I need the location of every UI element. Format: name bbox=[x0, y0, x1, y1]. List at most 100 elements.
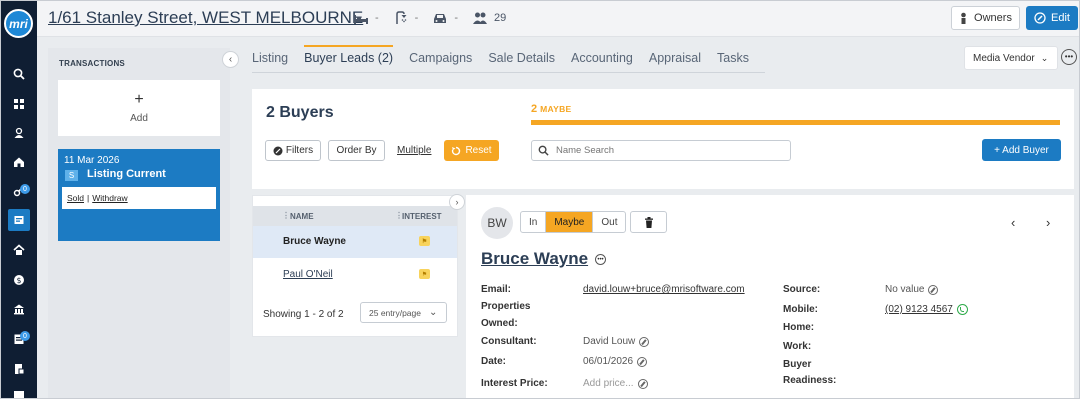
edit-icon[interactable] bbox=[637, 378, 648, 389]
tab-accounting[interactable]: Accounting bbox=[571, 45, 633, 72]
flag-icon: ⚑ bbox=[419, 236, 430, 246]
property-address[interactable]: 1/61 Stanley Street, WEST MELBOURNE bbox=[48, 8, 363, 28]
maybe-label: MAYBE bbox=[540, 104, 572, 114]
name-search-input[interactable] bbox=[556, 145, 756, 156]
col-name[interactable]: NAME bbox=[290, 212, 314, 221]
owners-button[interactable]: Owners bbox=[951, 6, 1020, 30]
tab-tasks[interactable]: Tasks bbox=[717, 45, 749, 72]
chevron-left-icon: ‹ bbox=[228, 54, 233, 65]
contacts-icon[interactable] bbox=[1, 122, 37, 144]
buyer-list: ⋮ NAME ⋮ INTEREST Bruce Wayne ⚑ Paul O'N… bbox=[252, 195, 458, 337]
per-page-value: 25 entry/page bbox=[369, 307, 421, 318]
search-icon[interactable] bbox=[1, 63, 37, 85]
consultant-label: Consultant: bbox=[481, 336, 537, 347]
money-icon[interactable]: $ bbox=[1, 269, 37, 291]
more-options-icon[interactable]: ••• bbox=[595, 254, 606, 265]
transactions-title: TRANSACTIONS bbox=[59, 59, 125, 68]
avatar: BW bbox=[481, 207, 513, 239]
tab-appraisal[interactable]: Appraisal bbox=[649, 45, 701, 72]
chevron-right-icon[interactable]: › bbox=[1046, 215, 1050, 230]
transaction-card[interactable]: 11 Mar 2026 S Listing Current Sold | Wit… bbox=[58, 149, 220, 241]
home-label: Home: bbox=[783, 322, 815, 333]
mobile-number[interactable]: (02) 9123 4567 bbox=[885, 304, 953, 315]
add-buyer-button[interactable]: + Add Buyer bbox=[982, 139, 1061, 161]
app-window: mri 0 $ 0 1/61 Stanley Street, WEST MELB… bbox=[0, 0, 1080, 399]
tasks-badge: 0 bbox=[20, 331, 30, 341]
tab-campaigns[interactable]: Campaigns bbox=[409, 45, 472, 72]
edit-icon[interactable] bbox=[639, 336, 650, 347]
mri-logo[interactable]: mri bbox=[4, 9, 33, 38]
date-value[interactable]: 06/01/2026 bbox=[583, 356, 648, 367]
maybe-progress-bar bbox=[531, 120, 1060, 125]
vendor-select[interactable]: Media Vendor ⌄ bbox=[964, 46, 1058, 70]
buyer-name: Bruce Wayne bbox=[283, 236, 346, 247]
dashboard-icon[interactable] bbox=[1, 93, 37, 115]
property-icon[interactable] bbox=[1, 239, 37, 261]
home-icon[interactable] bbox=[1, 151, 37, 173]
building-icon[interactable] bbox=[1, 298, 37, 320]
edit-icon[interactable] bbox=[928, 284, 939, 295]
readiness-label-line2: Readiness: bbox=[783, 375, 837, 386]
maybe-summary: 2 MAYBE bbox=[531, 103, 572, 115]
list-header: ⋮ NAME ⋮ INTEREST bbox=[253, 206, 457, 226]
buyer-name-title[interactable]: Bruce Wayne bbox=[481, 249, 588, 269]
contacts-count: 29 bbox=[494, 12, 507, 24]
mobile-value[interactable]: (02) 9123 4567 bbox=[885, 304, 968, 315]
owners-label: Owners bbox=[974, 12, 1012, 24]
reset-button[interactable]: Reset bbox=[444, 140, 499, 161]
transaction-status: Listing Current bbox=[87, 168, 166, 180]
consultant-value[interactable]: David Louw bbox=[583, 336, 650, 347]
reports-icon[interactable] bbox=[1, 385, 37, 398]
reset-icon bbox=[452, 146, 461, 155]
sort-icon[interactable]: ⋮ bbox=[282, 211, 290, 220]
trash-icon bbox=[644, 216, 653, 228]
edit-icon[interactable] bbox=[637, 356, 648, 367]
keys-icon[interactable] bbox=[1, 180, 37, 202]
source-value[interactable]: No value bbox=[885, 284, 939, 295]
filters-label: Filters bbox=[285, 145, 314, 156]
add-transaction-button[interactable]: + Add bbox=[58, 80, 220, 136]
col-interest[interactable]: INTEREST bbox=[402, 212, 442, 221]
delete-button[interactable] bbox=[630, 211, 667, 233]
name-search-field[interactable] bbox=[531, 140, 791, 161]
source-label: Source: bbox=[783, 284, 821, 295]
documents-icon[interactable] bbox=[1, 358, 37, 380]
listings-icon[interactable] bbox=[1, 209, 37, 231]
more-options-icon[interactable]: ••• bbox=[1061, 49, 1077, 65]
link-separator: | bbox=[87, 193, 90, 203]
buyer-name[interactable]: Paul O'Neil bbox=[283, 269, 333, 280]
interest-in-button[interactable]: In bbox=[521, 212, 547, 232]
list-item[interactable]: Paul O'Neil ⚑ bbox=[253, 259, 457, 291]
order-by-button[interactable]: Order By bbox=[328, 140, 385, 161]
car-icon bbox=[434, 14, 447, 23]
multiple-link[interactable]: Multiple bbox=[397, 145, 431, 156]
interest-maybe-button[interactable]: Maybe bbox=[546, 212, 594, 232]
expand-list-button[interactable]: › bbox=[449, 194, 465, 210]
chevron-down-icon: ⌄ bbox=[428, 307, 438, 318]
transaction-date: 11 Mar 2026 bbox=[64, 155, 120, 166]
tab-buyer-leads[interactable]: Buyer Leads (2) bbox=[304, 45, 394, 72]
plus-icon: + bbox=[134, 90, 144, 108]
withdraw-link[interactable]: Withdraw bbox=[92, 193, 127, 203]
chevron-left-icon[interactable]: ‹ bbox=[1011, 215, 1015, 230]
list-item[interactable]: Bruce Wayne ⚑ bbox=[253, 226, 457, 258]
tab-listing[interactable]: Listing bbox=[252, 45, 288, 72]
per-page-select[interactable]: 25 entry/page ⌄ bbox=[360, 302, 447, 323]
maybe-count: 2 bbox=[531, 103, 538, 115]
sold-link[interactable]: Sold bbox=[67, 193, 84, 203]
phone-icon[interactable] bbox=[956, 304, 968, 315]
source-text: No value bbox=[885, 284, 925, 295]
collapse-sidebar-button[interactable]: ‹ bbox=[222, 51, 239, 68]
tab-sale-details[interactable]: Sale Details bbox=[488, 45, 555, 72]
email-label: Email: bbox=[481, 284, 512, 295]
email-value[interactable]: david.louw+bruce@mrisoftware.com bbox=[583, 284, 745, 295]
work-label: Work: bbox=[783, 341, 812, 352]
tasks-icon[interactable] bbox=[1, 328, 37, 350]
filters-button[interactable]: Filters bbox=[265, 140, 321, 161]
cars-value: - bbox=[454, 12, 459, 24]
edit-button[interactable]: Edit bbox=[1026, 6, 1078, 30]
reset-label: Reset bbox=[465, 145, 492, 156]
interest-out-button[interactable]: Out bbox=[593, 212, 625, 232]
interest-price-label: Interest Price: bbox=[481, 378, 548, 389]
interest-price-value[interactable]: Add price... bbox=[583, 378, 648, 389]
